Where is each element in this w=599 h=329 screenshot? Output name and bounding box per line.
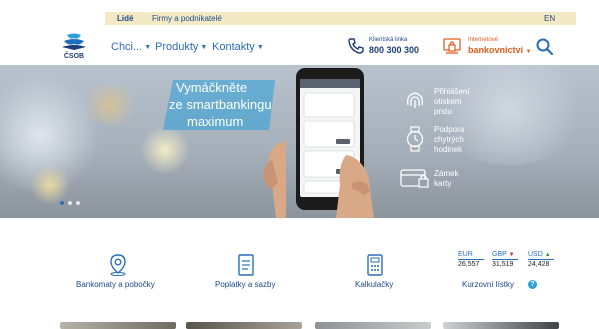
news-thumbnail[interactable] — [60, 322, 176, 329]
csob-homepage: Lidé Firmy a podnikatelé EN ČSOB Chci...… — [0, 0, 599, 329]
currency-code-text: GBP — [492, 251, 507, 258]
feature-smartwatch-line: hodinek — [434, 145, 463, 154]
nav-produkty-label: Produkty — [155, 41, 199, 53]
link-bankomaty[interactable]: Bankomaty a pobočky — [76, 280, 155, 289]
fingerprint-icon — [407, 92, 423, 108]
feature-fingerprint-line: otiskem — [434, 97, 462, 106]
ib-login-link[interactable]: bankovnictví ▼ — [468, 45, 531, 55]
search-icon[interactable] — [536, 38, 553, 55]
chevron-down-icon: ▼ — [144, 44, 152, 51]
feature-card-lock-line: Zámek — [434, 169, 459, 178]
hotline-label: Klientská linka — [369, 37, 408, 43]
carousel-dots — [60, 201, 80, 205]
currency-value: 31,519 — [492, 261, 514, 268]
feature-smartwatch-line: chytrých — [434, 135, 464, 144]
currency-usd[interactable]: USD ▲ 24,428 — [528, 251, 554, 268]
carousel-dot[interactable] — [76, 201, 80, 205]
hero-title-line-3: maximum — [187, 114, 244, 129]
ib-label-small: Internetové — [468, 37, 499, 43]
news-thumbnail[interactable] — [315, 322, 431, 329]
chevron-down-icon: ▼ — [256, 44, 264, 51]
smartwatch-icon — [406, 126, 424, 152]
feature-smartwatch-line: Podpora — [434, 125, 465, 134]
bokeh-light — [140, 125, 190, 175]
currency-code-text: USD — [528, 251, 543, 258]
carousel-dot[interactable] — [68, 201, 72, 205]
logo-text: ČSOB — [64, 51, 84, 59]
csob-logo[interactable]: ČSOB — [58, 33, 90, 59]
currency-value: 24,428 — [528, 261, 550, 268]
currency-code: USD ▲ — [528, 251, 554, 260]
trend-down-icon: ▼ — [508, 252, 515, 258]
trend-up-icon: ▲ — [544, 252, 551, 258]
help-icon[interactable]: ? — [528, 280, 537, 289]
location-pin-icon[interactable] — [107, 254, 129, 276]
link-kalkulacky[interactable]: Kalkulačky — [355, 280, 393, 289]
segment-tab-firmy[interactable]: Firmy a podnikatelé — [152, 14, 222, 23]
news-thumbnail[interactable] — [443, 322, 559, 329]
nav-kontakty-label: Kontakty — [212, 41, 255, 53]
chevron-down-icon: ▼ — [525, 49, 532, 55]
feature-card-lock: Zámek karty — [434, 169, 458, 189]
language-switch[interactable]: EN — [544, 14, 555, 23]
quick-links-section: Bankomaty a pobočky Poplatky a sazby Kal… — [0, 218, 599, 329]
hero-title-line-1: Vymáčkněte — [176, 80, 248, 95]
feature-smartwatch: Podpora chytrých hodinek — [434, 125, 464, 155]
link-kurzovni-listky[interactable]: Kurzovní lístky — [462, 280, 514, 289]
hero-title-line-2: ze smartbankingu — [169, 97, 272, 112]
phone-icon — [348, 38, 364, 54]
nav-produkty[interactable]: Produkty ▼ — [155, 41, 207, 53]
currency-eur[interactable]: EUR 26,557 — [458, 251, 484, 268]
card-lock-icon — [400, 169, 429, 188]
bokeh-light — [30, 165, 70, 205]
internet-banking-lock-icon — [443, 38, 461, 54]
bokeh-light — [80, 85, 140, 125]
feature-fingerprint-line: prstu — [434, 107, 452, 116]
nav-chci-label: Chci... — [111, 41, 143, 53]
carousel-dot[interactable] — [60, 201, 64, 205]
nav-chci[interactable]: Chci... ▼ — [111, 41, 151, 53]
ib-label-big: bankovnictví — [468, 45, 524, 55]
hotline-number[interactable]: 800 300 300 — [369, 45, 419, 55]
currency-code: GBP ▼ — [492, 251, 518, 260]
document-icon[interactable] — [235, 254, 257, 276]
currency-code-text: EUR — [458, 251, 473, 258]
smartphone-illustration — [263, 68, 374, 218]
feature-fingerprint-line: Přihlášení — [434, 87, 470, 96]
nav-kontakty[interactable]: Kontakty ▼ — [212, 41, 264, 53]
feature-fingerprint: Přihlášení otiskem prstu — [434, 87, 470, 117]
currency-code: EUR — [458, 251, 484, 260]
main-header: ČSOB Chci... ▼ Produkty ▼ Kontakty ▼ Klient… — [0, 25, 599, 65]
top-segment-bar: Lidé Firmy a podnikatelé EN — [0, 0, 599, 25]
currency-value: 26,557 — [458, 261, 480, 268]
segment-tab-lide[interactable]: Lidé — [117, 14, 133, 23]
chevron-down-icon: ▼ — [200, 44, 208, 51]
hero-banner[interactable]: Vymáčkněte ze smartbankingu maximum Přih… — [0, 65, 599, 218]
feature-card-lock-line: karty — [434, 179, 452, 188]
link-poplatky[interactable]: Poplatky a sazby — [215, 280, 275, 289]
news-thumbnail[interactable] — [186, 322, 302, 329]
currency-gbp[interactable]: GBP ▼ 31,519 — [492, 251, 518, 268]
calculator-icon[interactable] — [364, 254, 386, 276]
